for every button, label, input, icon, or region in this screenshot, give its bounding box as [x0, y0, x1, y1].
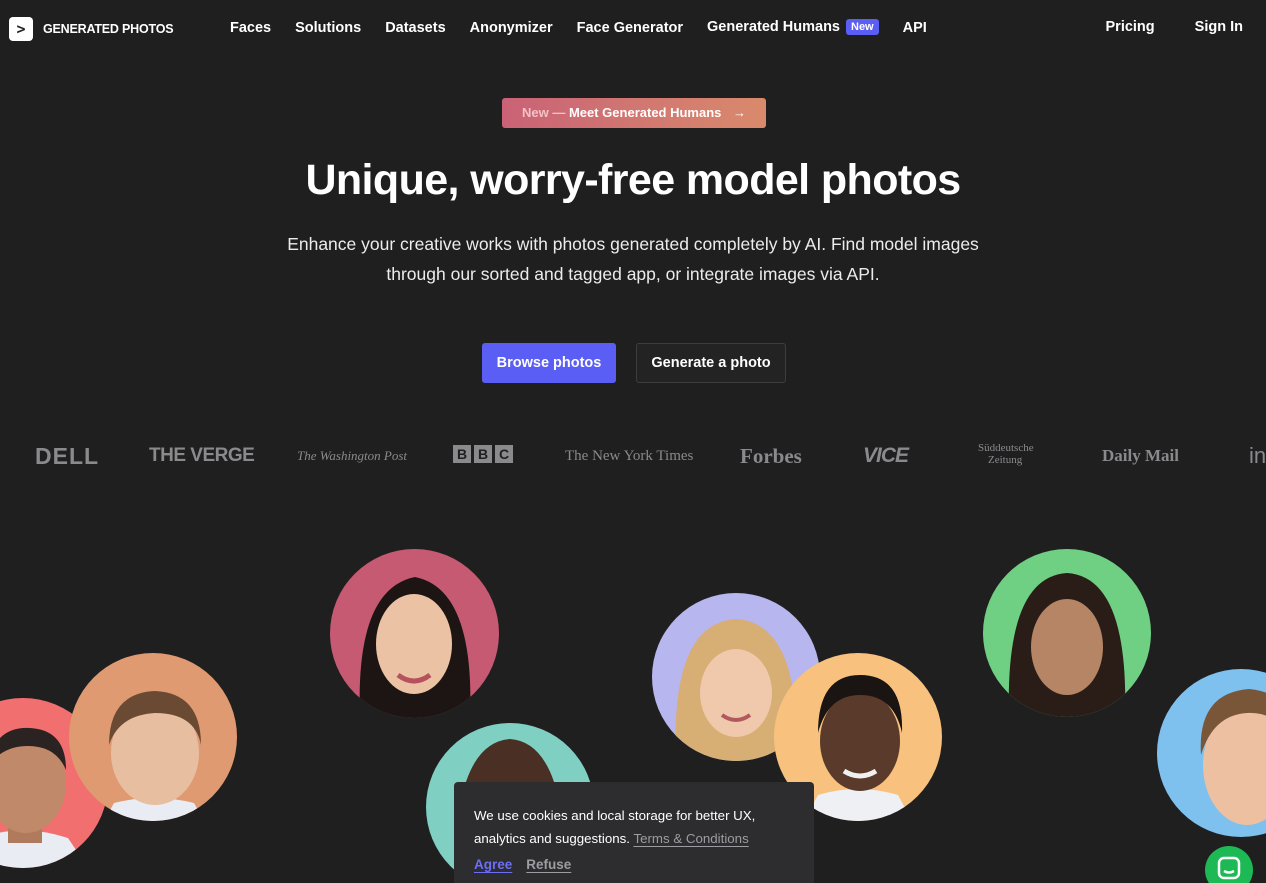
main-nav: Faces Solutions Datasets Anonymizer Face…: [230, 19, 951, 36]
the-verge-logo: THE VERGE: [149, 445, 255, 466]
pill-new-label: New —: [521, 105, 566, 120]
cookie-message-line-2: analytics and suggestions. Terms & Condi…: [474, 827, 794, 850]
cookie-actions: Agree Refuse: [474, 857, 794, 872]
chat-button[interactable]: [1205, 846, 1253, 883]
nav-sign-in[interactable]: Sign In: [1195, 19, 1243, 35]
cookie-message: We use cookies and local storage for bet…: [474, 804, 794, 850]
cookie-message-line-1: We use cookies and local storage for bet…: [474, 808, 756, 823]
face-boy: [69, 653, 237, 821]
head: [1031, 599, 1103, 695]
hero-subtitle: Enhance your creative works with photos …: [233, 229, 1033, 289]
terms-conditions-link[interactable]: Terms & Conditions: [633, 831, 748, 846]
nav-datasets[interactable]: Datasets: [385, 20, 445, 36]
forbes-logo: Forbes: [740, 444, 802, 468]
press-logos: DELL THE VERGE The Washington Post B B C…: [0, 441, 1266, 471]
generate-photo-button[interactable]: Generate a photo: [636, 343, 786, 383]
arrow-right-icon: →: [733, 105, 747, 120]
in-logo: in: [1249, 443, 1266, 468]
nav-anonymizer[interactable]: Anonymizer: [470, 20, 553, 36]
agree-button[interactable]: Agree: [474, 857, 512, 872]
logo-mark-icon: >: [9, 17, 33, 41]
hero-subtitle-line-2: through our sorted and tagged app, or in…: [386, 264, 880, 284]
bbc-letter: B: [453, 445, 471, 463]
hero-subtitle-line-1: Enhance your creative works with photos …: [287, 234, 979, 254]
top-navigation: > GENERATED PHOTOS Faces Solutions Datas…: [0, 0, 1266, 56]
new-badge: New: [846, 19, 879, 35]
head: [700, 649, 772, 737]
bbc-letter: B: [474, 445, 492, 463]
face-woman-right: [983, 549, 1151, 717]
browse-photos-button[interactable]: Browse photos: [482, 343, 616, 383]
pill-text: Meet Generated Humans: [568, 105, 722, 120]
announcement-pill[interactable]: New — Meet Generated Humans →: [502, 98, 766, 128]
nav-api[interactable]: API: [903, 20, 927, 36]
nav-right: Pricing Sign In: [1066, 19, 1244, 35]
nav-faces[interactable]: Faces: [230, 20, 271, 36]
nav-face-generator[interactable]: Face Generator: [577, 20, 683, 36]
nyt-logo: The New York Times: [565, 448, 694, 464]
chat-icon: [1217, 856, 1241, 880]
dell-logo: DELL: [35, 443, 100, 469]
bbc-letter: C: [495, 445, 513, 463]
face-man-right: [1157, 669, 1266, 837]
bbc-logo: B B C: [453, 445, 516, 463]
sz-line-2: Zeitung: [988, 454, 1023, 466]
logo[interactable]: > GENERATED PHOTOS: [9, 17, 174, 41]
hero-title: Unique, worry-free model photos: [305, 156, 961, 204]
nav-generated-humans-label: Generated Humans: [707, 19, 840, 35]
cookie-message-text: analytics and suggestions.: [474, 831, 630, 846]
washington-post-logo: The Washington Post: [297, 448, 408, 463]
logo-text: GENERATED PHOTOS: [43, 22, 174, 36]
sueddeutsche-logo: Süddeutsche Zeitung: [978, 442, 1034, 466]
refuse-button[interactable]: Refuse: [526, 857, 571, 872]
cookie-banner: We use cookies and local storage for bet…: [454, 782, 814, 883]
sz-line-1: Süddeutsche: [978, 442, 1034, 454]
nav-pricing[interactable]: Pricing: [1106, 19, 1155, 35]
nav-solutions[interactable]: Solutions: [295, 20, 361, 36]
daily-mail-logo: Daily Mail: [1102, 446, 1179, 465]
vice-logo: VICE: [863, 444, 909, 467]
face-woman-top: [330, 549, 499, 718]
nav-generated-humans[interactable]: Generated Humans New: [707, 19, 879, 36]
